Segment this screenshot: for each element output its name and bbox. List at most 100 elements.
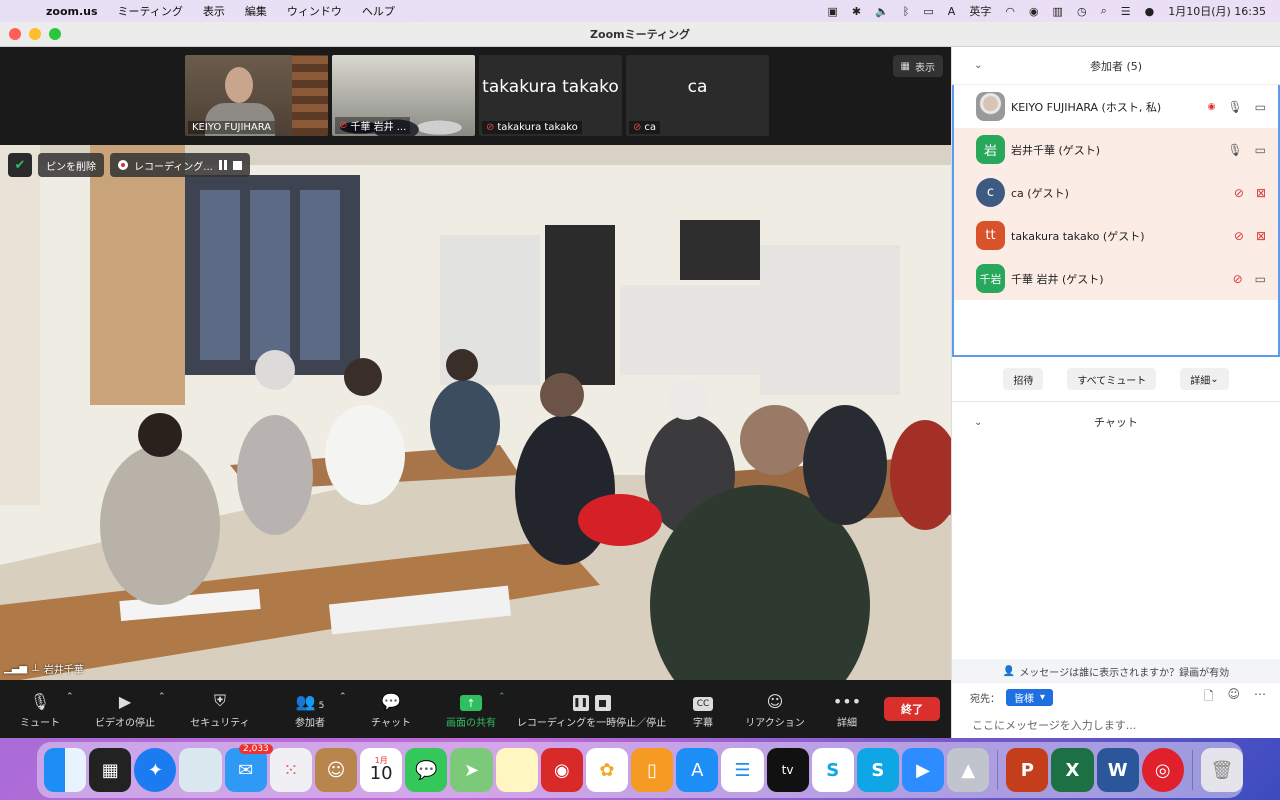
trash-icon[interactable]: 🗑 [1200,748,1243,792]
thumbnail-keiyo[interactable]: KEIYO FUJIHARA [185,55,328,136]
books-icon[interactable]: ▯ [631,748,674,792]
record-control-button[interactable]: ❚❚ レコーディングを一時停止／停止 [510,680,673,738]
maps-icon[interactable]: ➤ [450,748,493,792]
word-icon[interactable]: W [1096,748,1139,792]
flow-icon[interactable]: ✱ [852,5,861,18]
battery-icon[interactable]: ▭ [923,5,933,18]
apple-tv-icon[interactable]: tv [766,748,809,792]
pause-icon[interactable] [218,160,227,170]
calendar-icon[interactable]: 1月 10 [360,748,403,792]
wifi-icon[interactable]: ◠ [1005,5,1015,18]
share-screen-button[interactable]: ↑ ⌃ 画面の共有 [432,680,510,738]
photos-icon[interactable]: ✿ [585,748,629,792]
thumbnail-iwai[interactable]: ⊘ 千華 岩井 ... [332,55,475,136]
launchpad-icon[interactable]: ⁙ [269,748,312,792]
microphone-icon[interactable]: 🎙 [1227,143,1242,157]
mute-button[interactable]: 🎙 ⌃ ミュート [0,680,80,738]
stop-icon[interactable] [232,160,242,170]
recipient-select[interactable]: 皆様 ▾ [1006,688,1054,706]
mail-icon[interactable]: ✉ 2,033 [224,744,273,792]
view-button[interactable]: ▦ 表示 [892,55,943,77]
volume-icon[interactable]: 🔈 [875,5,889,18]
reminders-icon[interactable]: ☰ [721,748,764,792]
participant-row[interactable]: 岩 岩井千華 (ゲスト) 🎙 ▭ [954,128,1278,171]
chevron-down-icon[interactable]: ⌄ [974,417,982,428]
mic-muted-icon[interactable]: ⊘ [1234,186,1244,200]
notes-icon[interactable] [495,748,538,792]
powerpoint-icon[interactable]: P [1006,748,1049,792]
control-center-icon[interactable]: ☰ [1121,5,1131,18]
participant-row[interactable]: tt takakura takako (ゲスト) ⊘ ⊠ [954,214,1278,257]
participants-more-button[interactable]: 詳細 ⌄ [1180,368,1229,390]
microphone-icon[interactable]: 🎙 [1227,100,1242,114]
chevron-down-icon[interactable]: ⌄ [974,60,982,71]
video-camera-icon[interactable]: ▭ [1255,143,1266,157]
chevron-up-icon[interactable]: ⌃ [66,692,74,702]
menu-meeting[interactable]: ミーティング [108,3,193,19]
participant-row[interactable]: KEIYO FUJIHARA (ホスト, 私) ◉ 🎙 ▭ [954,85,1278,128]
search-icon[interactable]: ⌕ [1101,4,1107,18]
chevron-up-icon[interactable]: ⌃ [158,692,166,702]
chat-visibility-notice[interactable]: 👤 メッセージは誰に表示されますか？録画が有効 [952,659,1280,683]
messages-icon[interactable]: 💬 [405,748,448,792]
menu-app[interactable]: zoom.us [36,5,108,18]
unpin-button[interactable]: ピンを削除 [38,153,104,177]
input-method-icon[interactable]: A [948,5,956,18]
siri-icon[interactable]: ● [1145,5,1155,18]
mic-muted-icon[interactable]: ⊘ [1234,229,1244,243]
menu-help[interactable]: ヘルプ [352,3,405,19]
memory-icon[interactable]: ▥ [1053,5,1063,18]
preview-icon[interactable] [179,748,222,792]
mic-muted-icon[interactable]: ⊘ [1233,272,1243,286]
zoom-status-icon[interactable]: ▣ [827,5,837,18]
thumbnail-ca[interactable]: ca ⊘ ca [626,55,769,136]
captions-button[interactable]: CC 字幕 [673,680,733,738]
skype-icon[interactable]: S [811,748,854,792]
emoji-icon[interactable]: ☺ [1227,687,1240,708]
security-icon[interactable]: ◎ [1141,748,1184,792]
skype-icon[interactable]: S [856,748,899,792]
chat-button[interactable]: 💬 チャット [350,680,432,738]
more-button[interactable]: ••• 詳細 [817,680,877,738]
video-off-icon[interactable]: ⊠ [1256,186,1266,200]
reactions-button[interactable]: ☺ リアクション [733,680,817,738]
participant-row[interactable]: c ca (ゲスト) ⊘ ⊠ [954,171,1278,214]
video-off-icon[interactable]: ⊠ [1256,229,1266,243]
chat-input[interactable]: ここにメッセージを入力します... [952,711,1280,739]
finder-icon[interactable] [44,748,87,792]
contacts-icon[interactable]: ☺ [314,748,358,792]
zoom-icon[interactable]: ▶ [901,748,945,792]
menu-edit[interactable]: 編集 [235,3,277,19]
end-meeting-button[interactable]: 終了 [884,697,940,721]
menu-view[interactable]: 表示 [193,3,235,19]
parallels-icon[interactable]: ▲ [947,748,990,792]
time-machine-icon[interactable]: ◷ [1077,5,1087,18]
app-store-icon[interactable]: A [676,748,719,792]
video-camera-icon[interactable]: ▭ [1255,100,1266,114]
zoom-window-button[interactable] [49,28,61,40]
thumbnail-takakura[interactable]: takakura takako ⊘ takakura takako [479,55,622,136]
mute-all-button[interactable]: すべてミュート [1067,368,1157,390]
invite-button[interactable]: 招待 [1003,368,1044,390]
photo-booth-icon[interactable]: ◉ [540,748,583,792]
video-camera-icon[interactable]: ▭ [1255,272,1266,286]
input-method-label[interactable]: 英字 [969,3,991,19]
safari-icon[interactable]: ✦ [134,748,177,792]
participants-button[interactable]: 👥 5 ⌃ 参加者 [270,680,350,738]
user-icon[interactable]: ◉ [1029,5,1039,18]
main-video[interactable]: ✔ ピンを削除 レコーディング... ▁▃▅ ⊥ 岩井千華 [0,145,951,680]
chevron-up-icon[interactable]: ⌃ [498,692,506,702]
file-icon[interactable]: 🗋 [1204,687,1214,708]
excel-icon[interactable]: X [1051,748,1094,792]
close-window-button[interactable] [9,28,21,40]
participant-row[interactable]: 千岩 千華 岩井 (ゲスト) ⊘ ▭ [954,257,1278,300]
stop-video-button[interactable]: ▶ ⌃ ビデオの停止 [80,680,170,738]
mission-control-icon[interactable]: ▦ [89,748,132,792]
more-dots-icon[interactable]: ⋯ [1254,687,1266,708]
security-shield-icon[interactable]: ✔ [8,153,32,177]
menu-window[interactable]: ウィンドウ [277,3,352,19]
security-button[interactable]: ⛨ セキュリティ [170,680,270,738]
bluetooth-icon[interactable]: ᛒ [903,5,910,18]
clock-text[interactable]: 1月10日(月) 16:35 [1168,3,1266,19]
chevron-up-icon[interactable]: ⌃ [339,692,347,702]
